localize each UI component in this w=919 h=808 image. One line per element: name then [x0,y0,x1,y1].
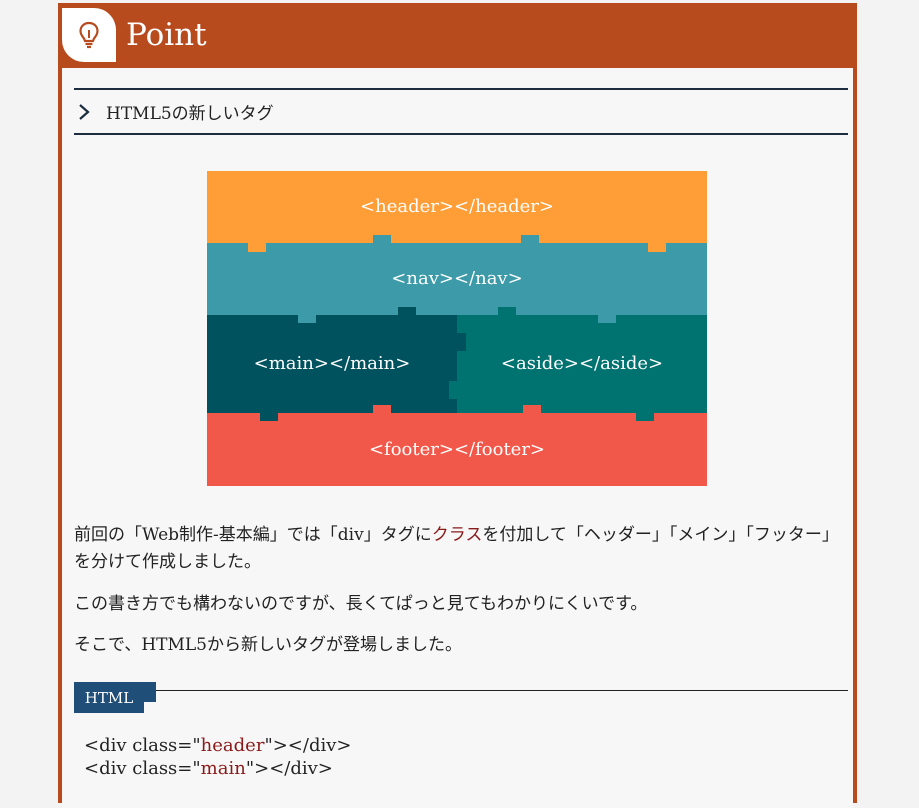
class-term: クラス [431,525,483,545]
code-line-1-value: header [200,735,265,756]
code-line-1: <div class="header"></div> [84,735,351,757]
code-line-2-post: "></div> [245,758,333,779]
nav-label: <nav></nav> [391,268,523,289]
card-title: Point [126,17,207,53]
code-line-1-post: "></div> [264,735,352,756]
lightbulb-icon [62,8,116,62]
main-label: <main></main> [253,353,411,374]
footer-label: <footer></footer> [368,439,546,460]
code-tab-notch [144,682,156,702]
paragraph-1: 前回の「Web制作-基本編」では「div」タグにクラスを付加して「ヘッダー」「メ… [74,522,844,576]
code-line-2-pre: <div class=" [84,758,201,779]
section-heading: HTML5の新しいタグ [74,88,848,135]
code-divider [156,690,848,691]
paragraph-1-text-a: 前回の「Web制作-基本編」では「div」タグに [74,525,432,545]
header-label: <header></header> [360,196,554,217]
chevron-right-icon [78,103,92,120]
point-card: Point HTML5の新しいタグ <header></header> <nav… [58,3,857,808]
paragraph-2: この書き方でも構わないのですが、長くてぱっと見てもわかりにくいです。 [74,594,648,614]
code-line-1-pre: <div class=" [84,735,201,756]
layout-diagram: <header></header> <nav></nav> <main></ma… [207,171,707,486]
card-body: HTML5の新しいタグ <header></header> <nav></nav… [62,68,853,808]
code-line-2: <div class="main"></div> [84,758,333,780]
code-language-tab: HTML [74,682,144,713]
code-line-2-value: main [200,758,246,779]
aside-label: <aside></aside> [500,353,664,374]
section-heading-text: HTML5の新しいタグ [106,104,274,124]
paragraph-3: そこで、HTML5から新しいタグが登場しました。 [74,635,462,655]
